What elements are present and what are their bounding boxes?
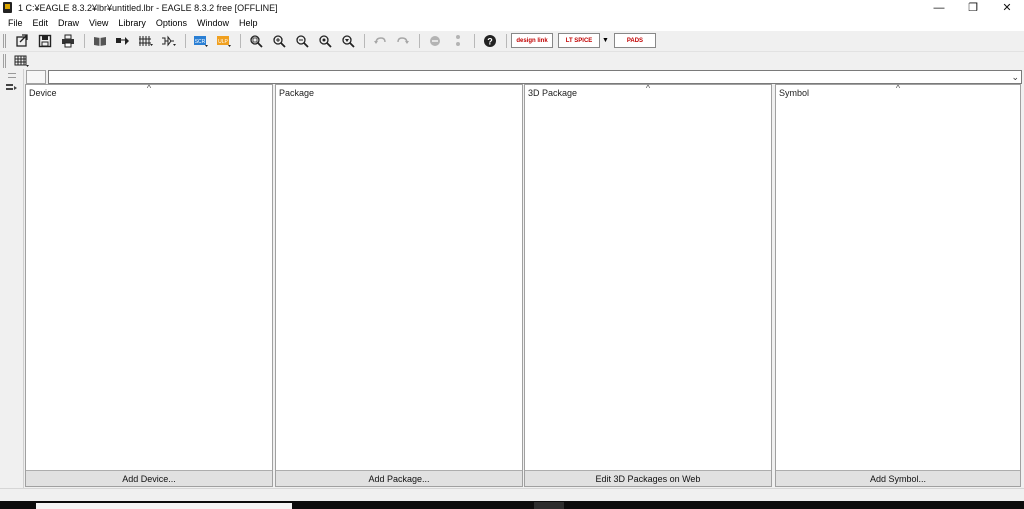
toolbar-grip[interactable] [3, 33, 6, 48]
close-button[interactable]: ✕ [990, 0, 1024, 15]
toolbar-separator [240, 33, 241, 48]
strip-grip[interactable] [8, 73, 16, 78]
minimize-button[interactable]: — [922, 0, 956, 15]
taskbar-search-box[interactable] [36, 503, 292, 509]
chevron-down-icon[interactable]: ▼ [602, 37, 609, 44]
command-row: ⌄ [24, 70, 1022, 85]
menu-window[interactable]: Window [192, 15, 234, 31]
redo-icon[interactable] [392, 33, 413, 49]
toolbar-separator [364, 33, 365, 48]
symbol-panel-title: Symbol [779, 88, 810, 98]
zoom-out-icon[interactable] [291, 33, 312, 49]
panel-header[interactable]: Device ^ [26, 83, 272, 101]
menu-options[interactable]: Options [151, 15, 192, 31]
menu-draw[interactable]: Draw [53, 15, 84, 31]
3d-package-panel: 3D Package ^ Edit 3D Packages on Web [524, 83, 772, 487]
device-panel-title: Device [29, 88, 57, 98]
save-icon[interactable] [34, 33, 55, 49]
grid-icon[interactable] [11, 53, 32, 69]
device-panel: Device ^ Add Device... [25, 83, 273, 487]
toolbar-separator [419, 33, 420, 48]
ulp-icon[interactable]: ULP [213, 33, 234, 49]
command-history-button[interactable] [26, 70, 46, 84]
zoom-redraw-icon[interactable] [314, 33, 335, 49]
svg-text:SCR: SCR [194, 39, 205, 45]
go-icon[interactable] [447, 33, 468, 49]
restore-button[interactable]: ❐ [956, 0, 990, 15]
ltspice-button[interactable]: LT SPICE [558, 33, 600, 48]
panel-header[interactable]: Package [276, 85, 522, 101]
book-icon[interactable] [89, 33, 110, 49]
print-icon[interactable] [57, 33, 78, 49]
main-toolbar: SCR ULP ? design link LT SPICE ▼ PADS [0, 31, 1024, 50]
add-package-button[interactable]: Add Package... [276, 470, 522, 486]
title-bar: 1 C:¥EAGLE 8.3.2¥lbr¥untitled.lbr - EAGL… [0, 0, 1024, 15]
undo-icon[interactable] [369, 33, 390, 49]
zoom-in-icon[interactable] [268, 33, 289, 49]
add-symbol-button[interactable]: Add Symbol... [776, 470, 1020, 486]
svg-text:?: ? [487, 36, 493, 46]
designlink-button[interactable]: design link [511, 33, 553, 48]
layer-arrows-icon[interactable] [6, 83, 18, 95]
zoom-select-icon[interactable] [337, 33, 358, 49]
left-tool-strip [0, 69, 24, 489]
sort-caret-icon: ^ [645, 83, 651, 93]
package-icon[interactable] [112, 33, 133, 49]
zoom-fit-icon[interactable] [245, 33, 266, 49]
open-icon[interactable] [11, 33, 32, 49]
panel-header[interactable]: 3D Package ^ [525, 83, 771, 101]
sort-caret-icon: ^ [895, 83, 901, 93]
toolbar-grip[interactable] [3, 53, 6, 68]
stop-icon[interactable] [424, 33, 445, 49]
menu-library[interactable]: Library [113, 15, 151, 31]
menu-bar: File Edit Draw View Library Options Wind… [0, 15, 1024, 31]
secondary-toolbar [0, 51, 1024, 69]
window-title: 1 C:¥EAGLE 8.3.2¥lbr¥untitled.lbr - EAGL… [18, 2, 278, 13]
menu-help[interactable]: Help [234, 15, 263, 31]
script-icon[interactable]: SCR [190, 33, 211, 49]
menu-view[interactable]: View [84, 15, 113, 31]
toolbar-separator [84, 33, 85, 48]
toolbar-separator [185, 33, 186, 48]
3d-package-panel-title: 3D Package [528, 88, 578, 98]
status-bar [0, 488, 1024, 501]
toolbar-separator [474, 33, 475, 48]
pins-icon[interactable] [135, 33, 156, 49]
package-panel-title: Package [279, 88, 315, 98]
menu-file[interactable]: File [3, 15, 28, 31]
sort-caret-icon: ^ [146, 83, 152, 93]
symbol-icon[interactable] [158, 33, 179, 49]
eagle-app-icon [3, 2, 12, 13]
menu-edit[interactable]: Edit [28, 15, 54, 31]
panel-header[interactable]: Symbol ^ [776, 83, 1020, 101]
add-device-button[interactable]: Add Device... [26, 470, 272, 486]
command-input[interactable]: ⌄ [48, 70, 1022, 84]
edit-3d-packages-button[interactable]: Edit 3D Packages on Web [525, 470, 771, 486]
chevron-down-icon[interactable]: ⌄ [1011, 72, 1019, 83]
help-icon[interactable]: ? [479, 33, 500, 49]
pads-button[interactable]: PADS [613, 33, 656, 48]
svg-text:ULP: ULP [218, 39, 228, 45]
taskbar-app-icon[interactable] [534, 502, 564, 509]
symbol-panel: Symbol ^ Add Symbol... [775, 83, 1021, 487]
taskbar [0, 501, 1024, 509]
package-panel: Package Add Package... [275, 84, 523, 487]
window-controls: — ❐ ✕ [922, 0, 1024, 15]
toolbar-separator [506, 33, 507, 48]
